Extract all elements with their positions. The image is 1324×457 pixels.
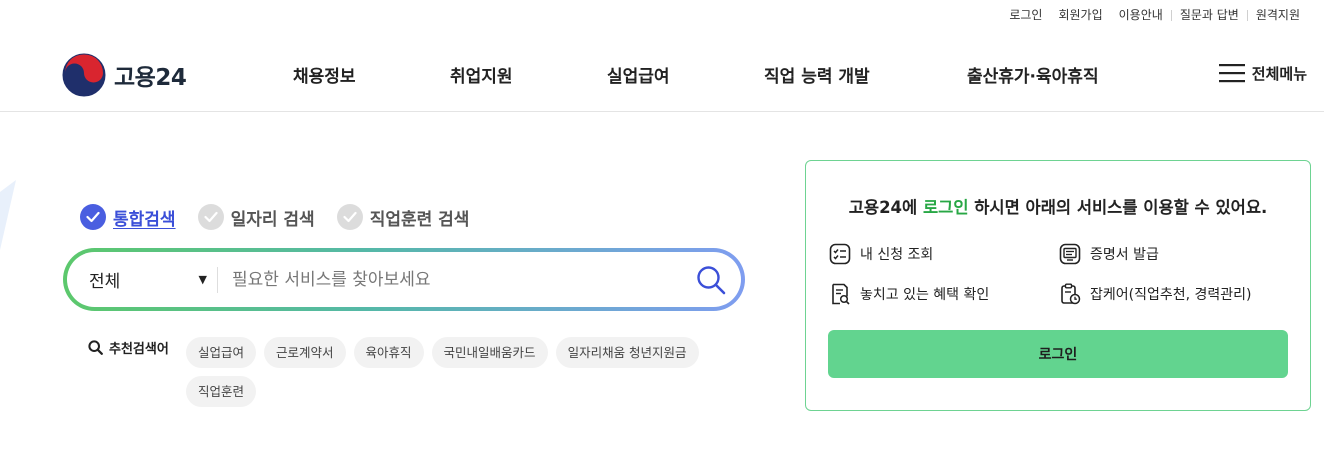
check-icon xyxy=(197,204,224,230)
util-guide-link[interactable]: 이용안내 xyxy=(1111,7,1171,23)
utility-nav: 로그인 회원가입 이용안내 질문과 답변 원격지원 xyxy=(1001,7,1308,23)
search-category-select[interactable]: 전체 ▼ xyxy=(67,267,217,292)
certificate-icon xyxy=(1059,243,1081,265)
recommend-label: 추천검색어 xyxy=(88,338,169,357)
clipboard-clock-icon xyxy=(1059,283,1081,305)
gnb-item-jobs[interactable]: 채용정보 xyxy=(293,62,356,87)
search-inner: 전체 ▼ xyxy=(67,252,741,307)
service-label: 내 신청 조회 xyxy=(860,247,934,263)
service-label: 잡케어(직업추천, 경력관리) xyxy=(1090,287,1252,303)
keyword-chip[interactable]: 근로계약서 xyxy=(264,337,346,368)
tab-label: 통합검색 xyxy=(113,209,176,230)
gnb-item-parental-leave[interactable]: 출산휴가·육아휴직 xyxy=(967,62,1099,87)
login-button[interactable]: 로그인 xyxy=(828,330,1288,378)
gnb-item-skill-development[interactable]: 직업 능력 개발 xyxy=(764,62,870,87)
all-menu-label: 전체메뉴 xyxy=(1251,64,1307,83)
checklist-icon xyxy=(829,243,851,265)
title-text: 하시면 아래의 서비스를 이용할 수 있어요. xyxy=(968,198,1268,217)
global-nav: 고용24 채용정보 취업지원 실업급여 직업 능력 개발 출산휴가·육아휴직 전… xyxy=(0,40,1324,112)
site-logo[interactable]: 고용24 xyxy=(62,53,187,97)
check-icon xyxy=(336,204,363,230)
keyword-chip[interactable]: 직업훈련 xyxy=(186,376,257,407)
taegeuk-logo-icon xyxy=(62,53,106,97)
search-icon xyxy=(697,265,726,294)
search-input[interactable] xyxy=(218,269,681,290)
keyword-chip[interactable]: 일자리채움 청년지원금 xyxy=(555,337,699,368)
logo-text: 고용24 xyxy=(114,65,187,91)
decorative-shape xyxy=(0,180,16,250)
service-label: 놓치고 있는 혜택 확인 xyxy=(860,287,990,303)
caret-down-icon: ▼ xyxy=(198,273,207,286)
title-highlight: 로그인 xyxy=(922,198,969,217)
keyword-chip[interactable]: 육아휴직 xyxy=(353,337,424,368)
tab-job-search[interactable]: 일자리 검색 xyxy=(197,204,315,230)
tab-integrated-search[interactable]: 통합검색 xyxy=(80,204,176,230)
service-label: 증명서 발급 xyxy=(1090,247,1159,263)
check-icon xyxy=(80,204,106,230)
search-button[interactable] xyxy=(681,252,741,307)
gnb-item-unemployment-benefit[interactable]: 실업급여 xyxy=(607,62,670,87)
select-value: 전체 xyxy=(89,272,121,292)
keyword-chip[interactable]: 실업급여 xyxy=(186,337,257,368)
login-panel-title: 고용24에 로그인 하시면 아래의 서비스를 이용할 수 있어요. xyxy=(806,194,1310,218)
service-benefit-check[interactable]: 놓치고 있는 혜택 확인 xyxy=(829,283,989,305)
all-menu-button[interactable]: 전체메뉴 xyxy=(1218,62,1307,84)
login-panel: 고용24에 로그인 하시면 아래의 서비스를 이용할 수 있어요. 내 신청 조… xyxy=(805,160,1311,411)
service-certificate[interactable]: 증명서 발급 xyxy=(1059,243,1159,265)
util-qna-link[interactable]: 질문과 답변 xyxy=(1172,7,1247,23)
tab-label: 일자리 검색 xyxy=(230,209,315,230)
tab-training-search[interactable]: 직업훈련 검색 xyxy=(336,204,470,230)
hamburger-icon xyxy=(1218,64,1245,83)
keyword-chip[interactable]: 국민내일배움카드 xyxy=(431,337,548,368)
util-login-link[interactable]: 로그인 xyxy=(1001,7,1050,23)
util-signup-link[interactable]: 회원가입 xyxy=(1050,7,1110,23)
service-jobcare[interactable]: 잡케어(직업추천, 경력관리) xyxy=(1059,283,1252,305)
keyword-chip-list: 실업급여 근로계약서 육아휴직 국민내일배움카드 일자리채움 청년지원금 직업훈… xyxy=(186,337,726,407)
search-icon xyxy=(88,340,103,355)
recommend-label-text: 추천검색어 xyxy=(109,342,169,357)
search-box: 전체 ▼ xyxy=(63,248,745,311)
document-search-icon xyxy=(829,283,851,305)
title-text: 고용24에 xyxy=(848,198,923,217)
gnb-item-employment-support[interactable]: 취업지원 xyxy=(450,62,513,87)
service-my-application[interactable]: 내 신청 조회 xyxy=(829,243,933,265)
search-tabs: 통합검색 일자리 검색 직업훈련 검색 xyxy=(80,204,491,230)
tab-label: 직업훈련 검색 xyxy=(369,209,470,230)
util-remote-link[interactable]: 원격지원 xyxy=(1248,7,1308,23)
